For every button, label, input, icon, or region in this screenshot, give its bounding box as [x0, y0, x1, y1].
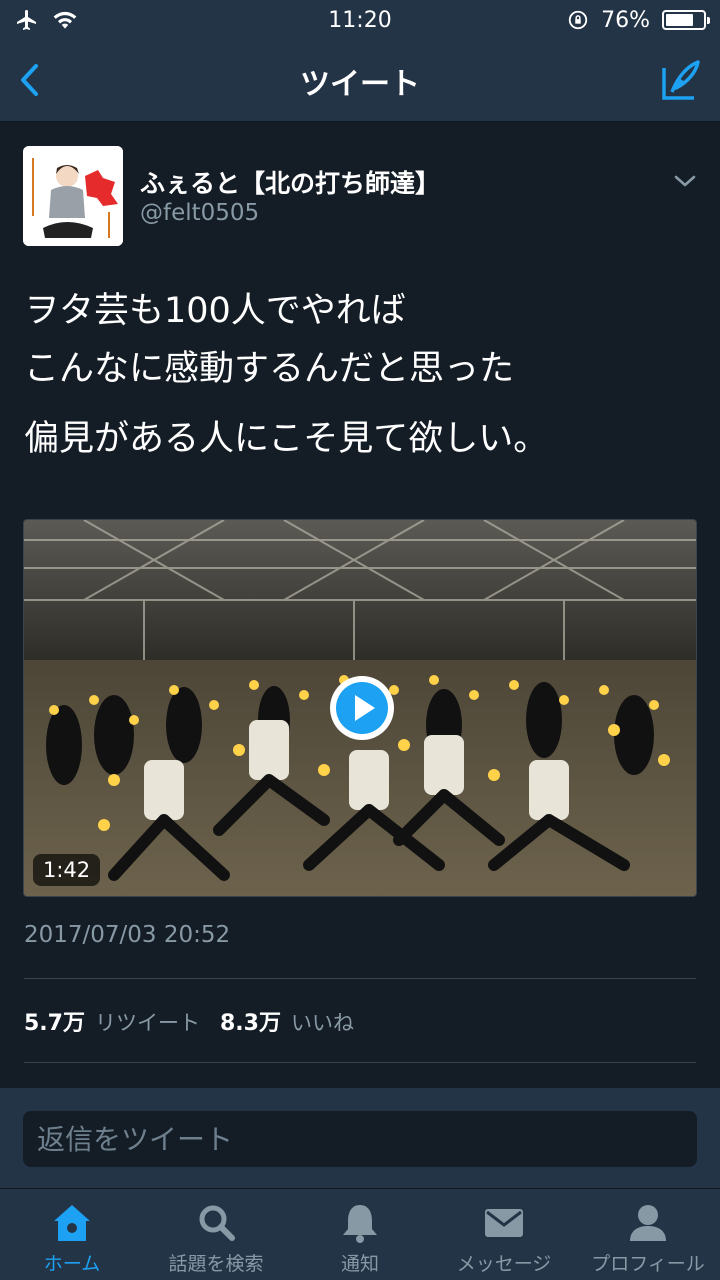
- tweet-text-line: こんなに感動するんだと思った: [24, 349, 515, 389]
- battery-level: [666, 14, 694, 26]
- nav-bar: ツイート: [0, 40, 720, 122]
- tweet-text-line: 偏見がある人にこそ見て欲しい。: [24, 419, 549, 459]
- wifi-icon: [53, 11, 77, 29]
- tab-profile[interactable]: プロフィール: [576, 1189, 720, 1280]
- search-icon: [199, 1205, 235, 1241]
- video-player[interactable]: 1:42: [23, 519, 697, 897]
- tab-messages[interactable]: メッセージ: [432, 1189, 576, 1280]
- tab-label: プロフィール: [591, 1253, 705, 1275]
- status-left: [14, 8, 78, 32]
- retweet-count[interactable]: 5.7万: [24, 1005, 85, 1037]
- video-duration: 1:42: [33, 854, 101, 886]
- tweet-text-line: ヲタ芸も100人でやれば: [24, 291, 406, 331]
- reply-bar: [0, 1088, 720, 1188]
- airplane-icon: [17, 10, 36, 30]
- retweet-label[interactable]: リツイート: [95, 1007, 200, 1037]
- status-bar: 11:20 76%: [0, 0, 720, 40]
- like-label[interactable]: いいね: [291, 1007, 354, 1037]
- battery-icon: [662, 10, 710, 30]
- user-handle[interactable]: @felt0505: [140, 200, 259, 226]
- tab-bar: ホーム 話題を検索 通知 メッセージ プロフィール: [0, 1188, 720, 1280]
- home-icon: [54, 1205, 90, 1241]
- person-icon: [630, 1205, 666, 1241]
- chevron-down-icon[interactable]: [672, 172, 698, 190]
- play-icon[interactable]: [327, 673, 397, 743]
- tweet-stats: 5.7万 リツイート 8.3万 いいね: [24, 1005, 354, 1037]
- tweet-text: ヲタ芸も100人でやれば こんなに感動するんだと思った 偏見がある人にこそ見て欲…: [24, 282, 704, 468]
- bell-icon: [343, 1205, 377, 1243]
- back-chevron-icon[interactable]: [12, 60, 52, 100]
- reply-input[interactable]: [23, 1111, 697, 1167]
- tab-home[interactable]: ホーム: [0, 1189, 144, 1280]
- compose-tweet-icon[interactable]: [658, 58, 702, 102]
- tab-notifications[interactable]: 通知: [288, 1189, 432, 1280]
- battery-percent: 76%: [601, 7, 650, 33]
- tab-label: ホーム: [43, 1253, 101, 1275]
- tab-search[interactable]: 話題を検索: [144, 1189, 288, 1280]
- nav-title: ツイート: [300, 66, 420, 102]
- tab-label: 通知: [340, 1253, 379, 1275]
- divider: [24, 1062, 696, 1063]
- envelope-icon: [485, 1209, 523, 1237]
- status-right: 76%: [567, 7, 710, 33]
- avatar-illustration-icon: [23, 146, 123, 246]
- tab-label: 話題を検索: [168, 1253, 264, 1275]
- avatar[interactable]: [23, 146, 123, 246]
- tweet-timestamp: 2017/07/03 20:52: [24, 922, 231, 948]
- like-count[interactable]: 8.3万: [220, 1005, 281, 1037]
- divider: [24, 978, 696, 979]
- orientation-lock-icon: [568, 10, 588, 30]
- display-name[interactable]: ふぇると【北の打ち師達】: [140, 164, 440, 200]
- tab-label: メッセージ: [456, 1253, 552, 1275]
